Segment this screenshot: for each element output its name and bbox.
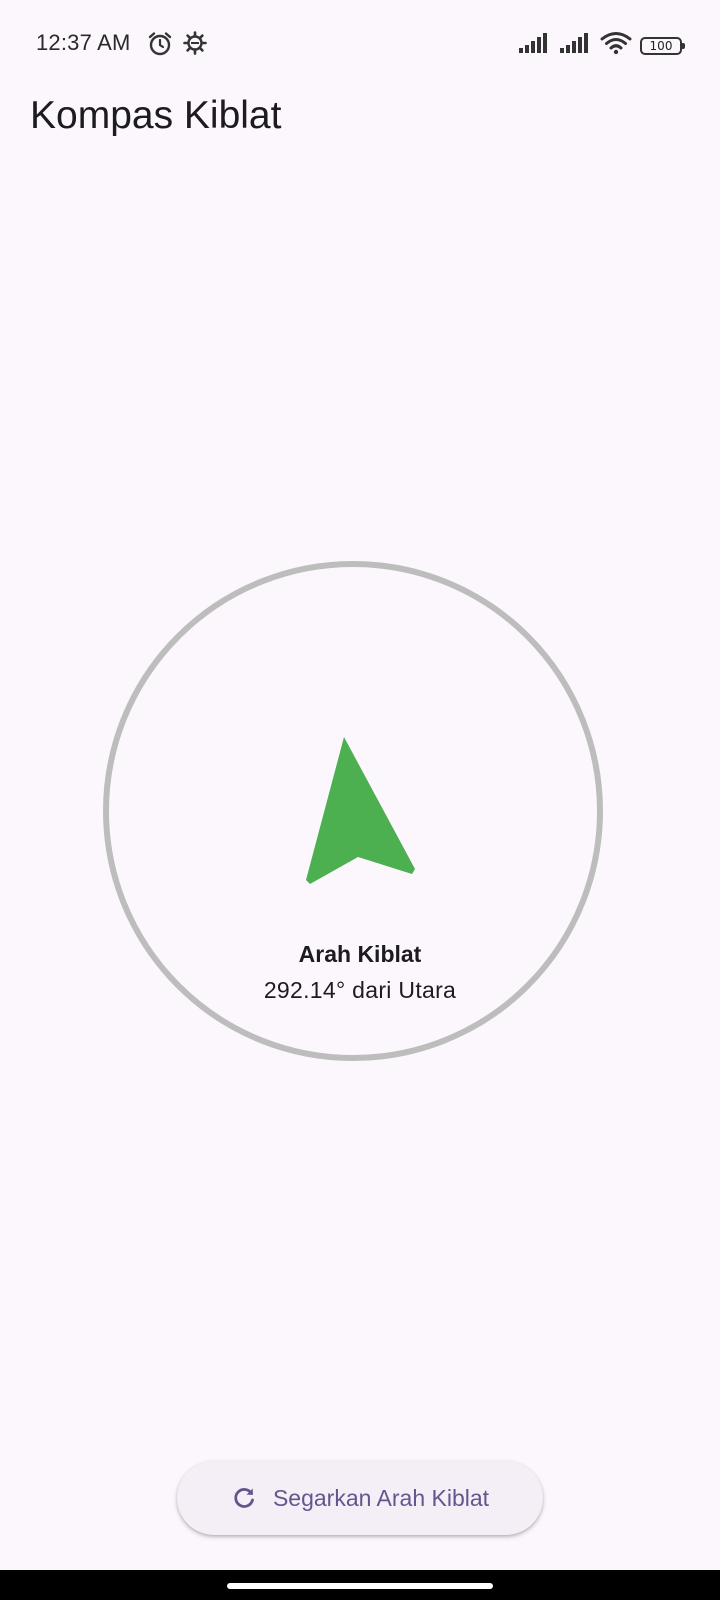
battery-icon: 100 — [640, 36, 685, 55]
signal-icon — [559, 32, 592, 59]
qibla-arrow-icon — [306, 737, 415, 884]
status-time: 12:37 AM — [36, 30, 131, 55]
status-bar: 12:37 AM 100 — [0, 0, 720, 90]
qibla-direction-value: 292.14° dari Utara — [263, 977, 457, 1003]
qibla-label: Arah Kiblat — [298, 941, 422, 967]
qibla-arrow-shape — [306, 737, 415, 884]
wifi-icon — [600, 31, 632, 60]
signal-icon — [518, 32, 551, 59]
refresh-button-label: Segarkan Arah Kiblat — [272, 1484, 490, 1511]
alarm-icon — [147, 31, 173, 62]
home-indicator[interactable] — [227, 1583, 493, 1589]
refresh-icon — [231, 1485, 257, 1511]
refresh-qibla-button[interactable]: Segarkan Arah Kiblat — [177, 1461, 543, 1535]
settings-gear-icon — [183, 31, 207, 62]
page-title: Kompas Kiblat — [30, 94, 282, 137]
status-left-icons — [147, 31, 207, 62]
status-right-icons: 100 — [518, 31, 685, 60]
